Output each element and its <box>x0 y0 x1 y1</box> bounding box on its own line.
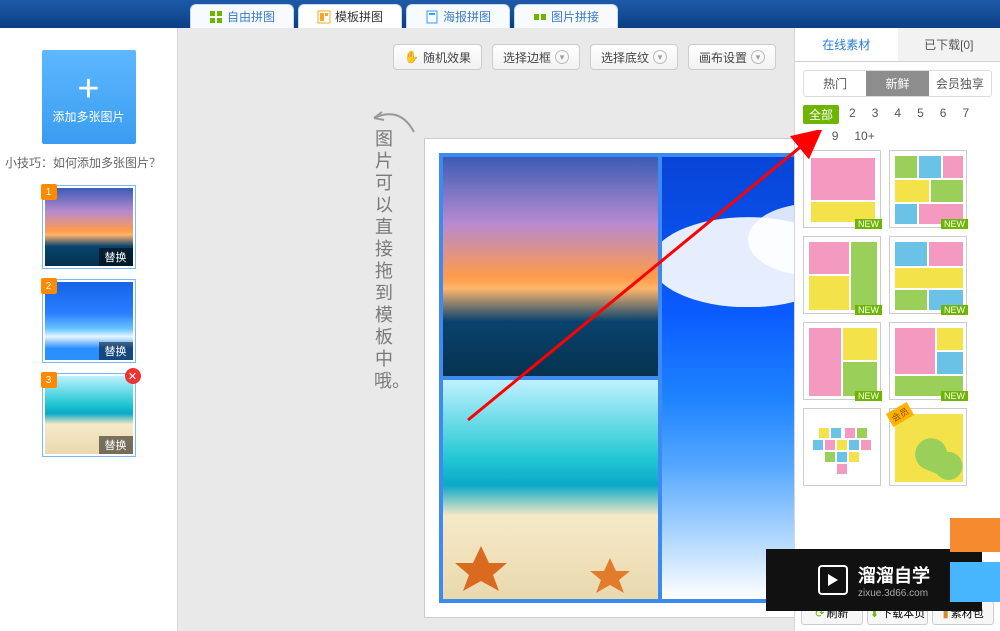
tab-image-join[interactable]: 图片拼接 <box>514 4 618 28</box>
starfish-icon <box>451 541 511 591</box>
new-badge: NEW <box>941 305 968 315</box>
floating-blue-button[interactable] <box>950 562 1000 602</box>
replace-button[interactable]: 替换 <box>99 342 133 360</box>
delete-thumb-button[interactable]: ✕ <box>125 368 141 384</box>
count-filter-3[interactable]: 3 <box>866 105 885 124</box>
tab-label: 图片拼接 <box>551 8 599 25</box>
play-icon <box>818 565 848 595</box>
button-label: 画布设置 <box>699 49 747 66</box>
tab-label: 自由拼图 <box>227 8 275 25</box>
canvas-toolbar: ✋ 随机效果 选择边框 ▾ 选择底纹 ▾ 画布设置 ▾ <box>393 44 776 70</box>
tab-free-collage[interactable]: 自由拼图 <box>190 4 294 28</box>
chevron-down-icon: ▾ <box>555 50 569 64</box>
new-badge: NEW <box>941 391 968 401</box>
count-filter-10plus[interactable]: 10+ <box>848 128 880 144</box>
select-border-button[interactable]: 选择边框 ▾ <box>492 44 580 70</box>
filter-new[interactable]: 新鲜 <box>866 71 928 96</box>
tab-label: 海报拼图 <box>443 8 491 25</box>
thumb-3[interactable]: 3 ✕ 替换 <box>42 373 136 457</box>
tab-label: 模板拼图 <box>335 8 383 25</box>
button-label: 随机效果 <box>423 49 471 66</box>
hand-icon: ✋ <box>404 50 419 64</box>
plus-icon: + <box>77 70 99 108</box>
template-grid: NEW NEW NEW NEW NEW <box>795 150 1000 565</box>
count-filter-all[interactable]: 全部 <box>803 105 839 124</box>
count-filter-7[interactable]: 7 <box>956 105 975 124</box>
replace-button[interactable]: 替换 <box>99 248 133 266</box>
template-item[interactable] <box>803 408 881 486</box>
new-badge: NEW <box>855 305 882 315</box>
canvas-settings-button[interactable]: 画布设置 ▾ <box>688 44 776 70</box>
template-item[interactable]: NEW <box>889 236 967 314</box>
thumb-2[interactable]: 2 替换 <box>42 279 136 363</box>
tab-poster-collage[interactable]: 海报拼图 <box>406 4 510 28</box>
random-effect-button[interactable]: ✋ 随机效果 <box>393 44 482 70</box>
tab-online-materials[interactable]: 在线素材 <box>795 28 898 61</box>
tip-link[interactable]: 小技巧：如何添加多张图片？ <box>2 154 175 171</box>
grid-icon <box>209 10 223 24</box>
button-label: 选择边框 <box>503 49 551 66</box>
join-icon <box>533 10 547 24</box>
template-item[interactable]: NEW <box>803 150 881 228</box>
new-badge: NEW <box>941 219 968 229</box>
watermark-title: 溜溜自学 <box>858 562 930 588</box>
watermark-sub: zixue.3d66.com <box>858 588 930 599</box>
template-item[interactable]: NEW <box>803 322 881 400</box>
tab-template-collage[interactable]: 模板拼图 <box>298 4 402 28</box>
template-item[interactable]: NEW <box>889 150 967 228</box>
hint-text: 图片可以直接拖到模板中哦。 <box>374 128 394 392</box>
new-badge: NEW <box>855 219 882 229</box>
poster-icon <box>425 10 439 24</box>
thumb-1[interactable]: 1 替换 <box>42 185 136 269</box>
tab-downloaded-materials[interactable]: 已下载[0] <box>898 28 1000 61</box>
thumb-number: 1 <box>41 184 57 200</box>
canvas-area: ✋ 随机效果 选择边框 ▾ 选择底纹 ▾ 画布设置 ▾ 图片可以直接拖到模板中哦… <box>178 28 794 631</box>
add-images-button[interactable]: + 添加多张图片 <box>42 50 136 144</box>
add-images-label: 添加多张图片 <box>52 108 124 125</box>
new-badge: NEW <box>855 391 882 401</box>
template-icon <box>317 10 331 24</box>
count-filter-8[interactable]: 8 <box>803 128 822 144</box>
replace-button[interactable]: 替换 <box>99 436 133 454</box>
chevron-down-icon: ▾ <box>653 50 667 64</box>
button-label: 选择底纹 <box>601 49 649 66</box>
top-tabs-bar: 自由拼图 模板拼图 海报拼图 图片拼接 <box>0 0 1000 28</box>
template-item[interactable]: 会员 <box>889 408 967 486</box>
template-item[interactable]: NEW <box>889 322 967 400</box>
thumb-number: 3 <box>41 372 57 388</box>
left-sidebar: + 添加多张图片 小技巧：如何添加多张图片？ 1 替换 2 替换 3 ✕ 替换 <box>0 28 178 631</box>
count-filter-9[interactable]: 9 <box>826 128 845 144</box>
starfish-icon <box>588 555 632 595</box>
collage-cell[interactable] <box>443 380 658 599</box>
select-texture-button[interactable]: 选择底纹 ▾ <box>590 44 678 70</box>
filter-hot[interactable]: 热门 <box>804 71 866 96</box>
template-item[interactable]: NEW <box>803 236 881 314</box>
chevron-down-icon: ▾ <box>751 50 765 64</box>
count-filter-5[interactable]: 5 <box>911 105 930 124</box>
collage-cell[interactable] <box>443 157 658 376</box>
filter-vip[interactable]: 会员独享 <box>929 71 991 96</box>
count-filter-row: 全部 2 3 4 5 6 7 8 9 10+ <box>795 105 1000 150</box>
count-filter-2[interactable]: 2 <box>843 105 862 124</box>
count-filter-4[interactable]: 4 <box>888 105 907 124</box>
count-filter-6[interactable]: 6 <box>934 105 953 124</box>
floating-orange-button[interactable] <box>950 518 1000 552</box>
thumb-number: 2 <box>41 278 57 294</box>
